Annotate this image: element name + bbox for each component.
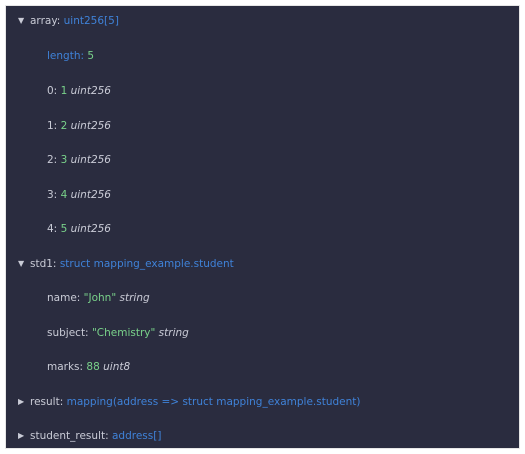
node-key: array: [30,15,61,27]
leaf-value: "Chemistry" [91,327,156,339]
leaf-key: marks: [47,361,84,373]
tree-leaf-item: 0: 1 uint256 [47,79,111,103]
tree-leaf-field: marks: 88 uint8 [47,355,130,379]
tree-leaf-field: name: "John" string [47,286,150,310]
leaf-value: 4 [60,189,68,201]
tree-leaf-item: 1: 2 uint256 [47,114,111,138]
tree-node-student-result[interactable]: ▶ student_result: address[] [18,424,161,448]
leaf-type: uint256 [70,154,111,166]
node-type: address[] [111,430,162,442]
tree-leaf-item: 4: 5 uint256 [47,217,111,241]
leaf-type: uint256 [70,223,111,235]
tree-leaf-field: subject: "Chemistry" string [47,321,189,345]
node-key: std1: [30,258,57,270]
leaf-value: 5 [87,50,95,62]
tree-node-result[interactable]: ▶ result: mapping(address => struct mappi… [18,390,360,414]
node-type: struct mapping_example.student [59,258,234,270]
leaf-type: uint256 [70,85,111,97]
node-type: mapping(address => struct mapping_exampl… [66,396,361,408]
leaf-value: 88 [86,361,100,373]
leaf-type: uint256 [70,189,111,201]
decoded-output-panel: ▼ array: uint256[5] length: 5 0: 1 uint25… [6,6,519,448]
leaf-key: 3: [47,189,58,201]
leaf-type: uint256 [70,120,111,132]
expand-caret-icon[interactable]: ▶ [18,390,30,414]
leaf-value: 2 [60,120,68,132]
leaf-key: subject: [47,327,89,339]
expand-caret-icon[interactable]: ▼ [18,252,30,276]
leaf-key: 0: [47,85,58,97]
tree-leaf-item: 2: 3 uint256 [47,148,111,172]
leaf-type: uint8 [103,361,131,373]
node-key: result: [30,396,64,408]
leaf-key: name: [47,292,81,304]
tree-node-std1[interactable]: ▼ std1: struct mapping_example.student [18,252,234,276]
leaf-key: 1: [47,120,58,132]
leaf-value: 3 [60,154,68,166]
leaf-value: 5 [60,223,68,235]
expand-caret-icon[interactable]: ▼ [18,9,30,33]
leaf-value: "John" [83,292,117,304]
leaf-value: 1 [60,85,68,97]
tree-leaf-length: length: 5 [47,44,94,68]
leaf-type: string [119,292,150,304]
leaf-key: 2: [47,154,58,166]
expand-caret-icon[interactable]: ▶ [18,424,30,448]
leaf-key: 4: [47,223,58,235]
node-type: uint256[5] [63,15,119,27]
leaf-type: string [158,327,189,339]
leaf-key: length: [47,50,85,62]
tree-node-array[interactable]: ▼ array: uint256[5] [18,9,119,33]
node-key: student_result: [30,430,109,442]
tree-leaf-item: 3: 4 uint256 [47,183,111,207]
